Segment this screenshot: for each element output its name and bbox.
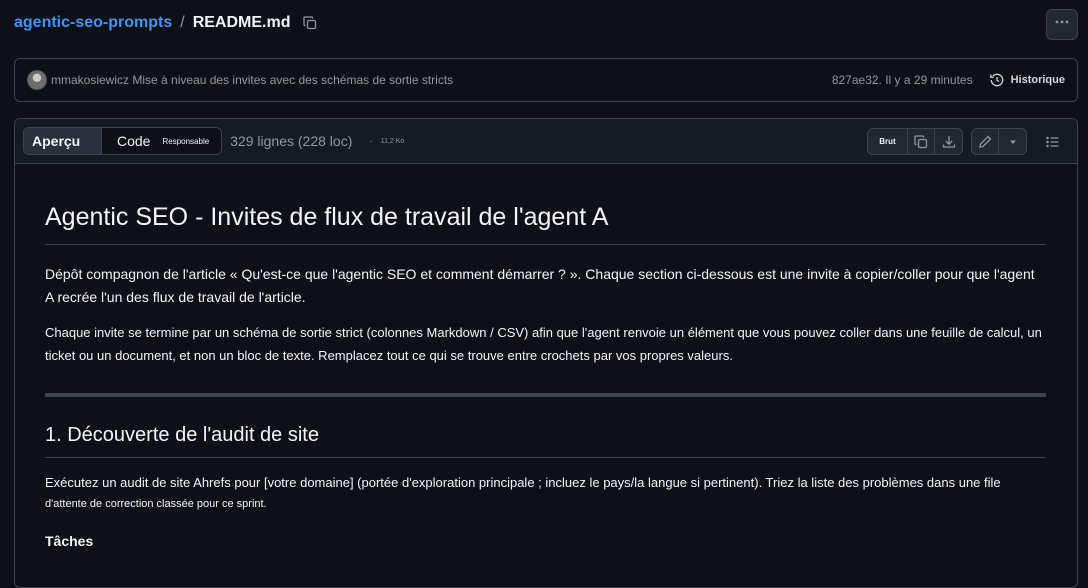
download-button[interactable] [935,129,962,154]
file-viewer: Aperçu Code Responsable 329 lignes (228 … [14,118,1078,588]
history-icon [989,73,1003,87]
section-heading: 1. Découverte de l'audit de site [45,424,1046,458]
tab-blame[interactable]: Responsable [162,128,221,154]
raw-actions-group: Brut [867,128,963,155]
history-label: Historique [1010,74,1065,86]
raw-button[interactable]: Brut [868,129,908,154]
page-title: Agentic SEO - Invites de flux de travail… [45,203,1046,245]
top-bar: agentic-seo-prompts / README.md [0,0,1088,50]
line-count: 329 lignes (228 loc) [230,133,353,149]
history-button[interactable]: Historique [989,72,1065,88]
section-divider [45,393,1046,397]
commit-hash-and-time[interactable]: 827ae32. Il y a 29 minutes [832,73,973,87]
triangle-down-icon [1009,140,1016,144]
breadcrumb: agentic-seo-prompts / README.md [14,14,318,32]
copy-icon[interactable] [302,15,318,31]
download-icon [942,135,955,148]
pencil-icon [979,135,992,148]
outline-button[interactable] [1043,134,1063,150]
tab-code[interactable]: Code [102,128,162,154]
section-paragraph-line2: d'attente de correction classée pour ce … [45,498,267,510]
meta-separator: · [369,135,373,147]
more-options-button[interactable] [1046,9,1078,40]
readme-content: Agentic SEO - Invites de flux de travail… [15,203,1077,549]
commit-meta-group: 827ae32. Il y a 29 minutes Historique [832,72,1065,88]
edit-button[interactable] [972,129,999,154]
copy-raw-button[interactable] [908,129,935,154]
latest-commit-bar: mmakosiewicz Mise à niveau des invites a… [14,58,1078,102]
view-mode-segmented-control: Aperçu Code Responsable [23,127,223,155]
copy-icon [914,134,928,148]
tab-preview[interactable]: Aperçu [24,128,102,154]
tasks-heading: Tâches [45,533,94,549]
file-header: Aperçu Code Responsable 329 lignes (228 … [15,119,1077,164]
schema-note-paragraph: Chaque invite se termine par un schéma d… [45,325,1042,363]
list-unordered-icon [1046,136,1059,147]
edit-actions-group [971,128,1027,155]
intro-paragraph: Dépôt compagnon de l'article « Qu'est-ce… [45,266,1035,305]
commit-summary: mmakosiewicz Mise à niveau des invites a… [51,73,453,87]
commit-message[interactable]: Mise à niveau des invites avec des schém… [132,73,453,87]
section-paragraph-line1: Exécutez un audit de site Ahrefs pour [v… [45,475,1001,490]
breadcrumb-repo-link[interactable]: agentic-seo-prompts [14,14,172,32]
avatar[interactable] [27,70,47,90]
breadcrumb-file-name: README.md [192,14,291,31]
file-size: 11,2 Ko [380,137,405,145]
breadcrumb-separator: / [180,14,185,31]
file-actions-toolbar: Brut [867,128,1063,155]
commit-author[interactable]: mmakosiewicz [51,73,129,87]
edit-dropdown-button[interactable] [999,129,1026,154]
kebab-horizontal-icon [1054,14,1070,35]
